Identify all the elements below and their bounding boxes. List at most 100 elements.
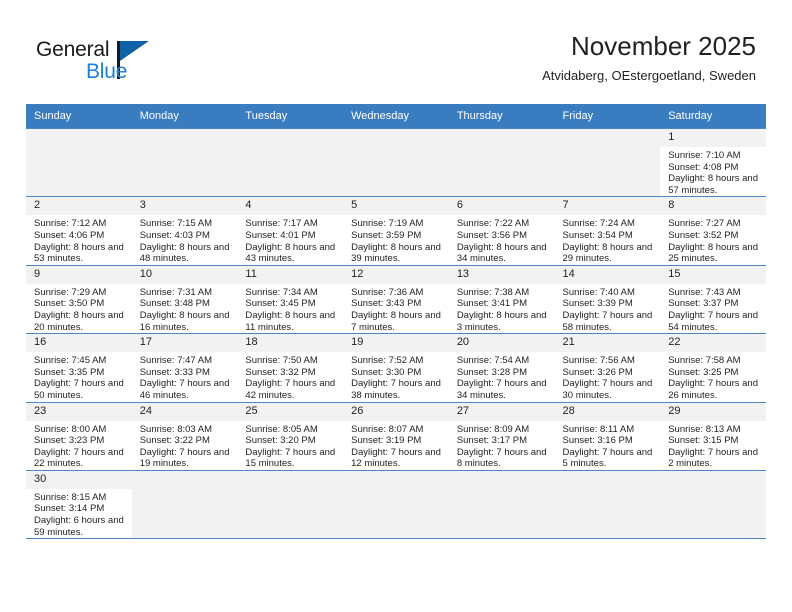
- sunrise-text: Sunrise: 7:43 AM: [668, 286, 741, 298]
- sunset-text: Sunset: 3:15 PM: [668, 435, 739, 447]
- calendar-day-cell[interactable]: 5 Sunrise: 7:19 AM Sunset: 3:59 PM Daylight…: [343, 196, 449, 266]
- calendar-day-cell[interactable]: 30 Sunrise: 8:15 AM Sunset: 3:14 PM Dayligh…: [26, 469, 132, 540]
- day-number: 17: [131, 334, 238, 353]
- calendar-day-cell[interactable]: 19 Sunrise: 7:52 AM Sunset: 3:30 PM Dayligh…: [343, 333, 449, 403]
- calendar-day-cell[interactable]: 29 Sunrise: 8:13 AM Sunset: 3:15 PM Dayligh…: [660, 401, 766, 471]
- calendar-week-row: 9 Sunrise: 7:29 AM Sunset: 3:50 PM Daylight…: [26, 264, 766, 335]
- daylight-text: Daylight: 8 hours and 20 minutes.: [34, 309, 124, 333]
- sunrise-text: Sunrise: 7:47 AM: [139, 355, 213, 367]
- daylight-text: Daylight: 7 hours and 15 minutes.: [245, 446, 336, 470]
- sunrise-text: Sunrise: 7:40 AM: [562, 286, 635, 298]
- calendar-cell-empty: [448, 127, 555, 198]
- day-details: Sunrise: 7:10 AM Sunset: 4:08 PM Daylight:…: [660, 147, 766, 196]
- sunset-text: Sunset: 3:17 PM: [456, 435, 528, 447]
- calendar-day-cell[interactable]: 4 Sunrise: 7:17 AM Sunset: 4:01 PM Daylight…: [237, 196, 344, 266]
- calendar-cell-empty: [343, 127, 449, 198]
- calendar-cell-empty: [26, 127, 132, 198]
- calendar-day-cell[interactable]: 22 Sunrise: 7:58 AM Sunset: 3:25 PM Dayligh…: [660, 333, 766, 403]
- calendar-page: General Blue November 2025 Atvidaberg, O…: [0, 0, 792, 612]
- sunrise-text: Sunrise: 8:13 AM: [668, 423, 741, 435]
- calendar-day-cell[interactable]: 27 Sunrise: 8:09 AM Sunset: 3:17 PM Dayligh…: [448, 401, 555, 471]
- daylight-text: Daylight: 8 hours and 39 minutes.: [351, 241, 441, 265]
- logo-flag-icon: [120, 41, 149, 61]
- calendar-day-cell[interactable]: 14 Sunrise: 7:40 AM Sunset: 3:39 PM Dayligh…: [554, 264, 661, 335]
- calendar-day-cell[interactable]: 26 Sunrise: 8:07 AM Sunset: 3:19 PM Dayligh…: [343, 401, 449, 471]
- day-details: Sunrise: 7:58 AM Sunset: 3:25 PM Daylight:…: [660, 352, 766, 401]
- sunset-text: Sunset: 3:48 PM: [139, 298, 210, 310]
- calendar-day-cell[interactable]: 20 Sunrise: 7:54 AM Sunset: 3:28 PM Dayligh…: [448, 333, 555, 403]
- sunset-text: Sunset: 4:06 PM: [34, 229, 105, 241]
- calendar-week-row: 30 Sunrise: 8:15 AM Sunset: 3:14 PM Dayligh…: [26, 469, 766, 540]
- weekday-header-friday: Friday: [554, 104, 661, 129]
- calendar-day-cell[interactable]: 13 Sunrise: 7:38 AM Sunset: 3:41 PM Dayligh…: [448, 264, 555, 335]
- calendar-week-row: 2 Sunrise: 7:12 AM Sunset: 4:06 PM Daylight…: [26, 196, 766, 266]
- daylight-text: Daylight: 7 hours and 12 minutes.: [351, 446, 441, 470]
- sunrise-text: Sunrise: 8:00 AM: [34, 423, 107, 435]
- daylight-text: Daylight: 8 hours and 11 minutes.: [245, 309, 336, 333]
- sunrise-text: Sunrise: 7:17 AM: [245, 218, 318, 230]
- calendar-day-cell[interactable]: 25 Sunrise: 8:05 AM Sunset: 3:20 PM Dayligh…: [237, 401, 344, 471]
- sunrise-text: Sunrise: 8:11 AM: [562, 423, 635, 435]
- calendar-day-cell[interactable]: 3 Sunrise: 7:15 AM Sunset: 4:03 PM Daylight…: [131, 196, 238, 266]
- daylight-text: Daylight: 7 hours and 5 minutes.: [562, 446, 653, 470]
- calendar-day-cell[interactable]: 21 Sunrise: 7:56 AM Sunset: 3:26 PM Dayligh…: [554, 333, 661, 403]
- calendar-day-cell[interactable]: 1 Sunrise: 7:10 AM Sunset: 4:08 PM Daylight…: [660, 127, 766, 198]
- sunrise-text: Sunrise: 7:10 AM: [668, 150, 741, 161]
- day-number: 3: [131, 197, 238, 216]
- general-blue-logo[interactable]: General Blue: [36, 38, 176, 90]
- day-number: 30: [26, 470, 132, 489]
- calendar-day-cell[interactable]: 15 Sunrise: 7:43 AM Sunset: 3:37 PM Dayligh…: [660, 264, 766, 335]
- daylight-text: Daylight: 8 hours and 57 minutes.: [668, 173, 758, 196]
- sunset-text: Sunset: 4:03 PM: [139, 229, 210, 241]
- day-number: 28: [554, 402, 661, 421]
- day-number: 20: [448, 334, 555, 353]
- calendar-day-cell[interactable]: 28 Sunrise: 8:11 AM Sunset: 3:16 PM Dayligh…: [554, 401, 661, 471]
- weekday-header-sunday: Sunday: [26, 104, 132, 129]
- day-details: Sunrise: 8:11 AM Sunset: 3:16 PM Daylight:…: [555, 421, 661, 470]
- daylight-text: Daylight: 8 hours and 53 minutes.: [34, 241, 124, 265]
- day-number: 2: [26, 197, 132, 216]
- daylight-text: Daylight: 7 hours and 50 minutes.: [34, 378, 124, 401]
- day-number: 14: [554, 265, 661, 284]
- sunrise-text: Sunrise: 8:07 AM: [351, 423, 424, 435]
- day-number: 13: [448, 265, 555, 284]
- calendar-day-cell[interactable]: 6 Sunrise: 7:22 AM Sunset: 3:56 PM Daylight…: [448, 196, 555, 266]
- day-number: 5: [343, 197, 449, 216]
- calendar-day-cell[interactable]: 24 Sunrise: 8:03 AM Sunset: 3:22 PM Dayligh…: [131, 401, 238, 471]
- daylight-text: Daylight: 8 hours and 48 minutes.: [139, 241, 230, 265]
- calendar-day-cell[interactable]: 8 Sunrise: 7:27 AM Sunset: 3:52 PM Daylight…: [660, 196, 766, 266]
- daylight-text: Daylight: 7 hours and 54 minutes.: [668, 309, 758, 333]
- calendar-day-cell[interactable]: 18 Sunrise: 7:50 AM Sunset: 3:32 PM Dayligh…: [237, 333, 344, 403]
- day-details: Sunrise: 7:56 AM Sunset: 3:26 PM Daylight:…: [555, 352, 661, 401]
- sunset-text: Sunset: 3:41 PM: [456, 298, 528, 310]
- daylight-text: Daylight: 7 hours and 26 minutes.: [668, 378, 758, 401]
- sunrise-text: Sunrise: 7:12 AM: [34, 218, 107, 230]
- calendar-day-cell[interactable]: 7 Sunrise: 7:24 AM Sunset: 3:54 PM Daylight…: [554, 196, 661, 266]
- day-details: Sunrise: 8:00 AM Sunset: 3:23 PM Daylight:…: [26, 421, 132, 470]
- day-details: Sunrise: 8:07 AM Sunset: 3:19 PM Daylight:…: [343, 421, 449, 470]
- sunrise-text: Sunrise: 7:58 AM: [668, 355, 741, 367]
- calendar-day-cell[interactable]: 11 Sunrise: 7:34 AM Sunset: 3:45 PM Dayligh…: [237, 264, 344, 335]
- day-details: Sunrise: 7:29 AM Sunset: 3:50 PM Daylight:…: [26, 284, 132, 333]
- sunset-text: Sunset: 3:45 PM: [245, 298, 316, 310]
- calendar-day-cell[interactable]: 10 Sunrise: 7:31 AM Sunset: 3:48 PM Dayligh…: [131, 264, 238, 335]
- sunrise-sunset-calendar: Sunday Monday Tuesday Wednesday Thursday…: [26, 104, 766, 540]
- page-title: November 2025: [571, 31, 756, 61]
- calendar-day-cell[interactable]: 17 Sunrise: 7:47 AM Sunset: 3:33 PM Dayligh…: [131, 333, 238, 403]
- page-header: General Blue November 2025 Atvidaberg, O…: [0, 0, 792, 102]
- calendar-day-cell[interactable]: 12 Sunrise: 7:36 AM Sunset: 3:43 PM Dayligh…: [343, 264, 449, 335]
- calendar-cell-empty: [343, 469, 449, 540]
- day-details: Sunrise: 7:47 AM Sunset: 3:33 PM Daylight:…: [132, 352, 238, 401]
- calendar-day-cell[interactable]: 16 Sunrise: 7:45 AM Sunset: 3:35 PM Dayligh…: [26, 333, 132, 403]
- day-details: Sunrise: 7:52 AM Sunset: 3:30 PM Daylight:…: [343, 352, 449, 401]
- calendar-day-cell[interactable]: 2 Sunrise: 7:12 AM Sunset: 4:06 PM Daylight…: [26, 196, 132, 266]
- sunrise-text: Sunrise: 7:54 AM: [456, 355, 530, 367]
- sunset-text: Sunset: 3:16 PM: [562, 435, 633, 447]
- day-number: 1: [660, 129, 766, 147]
- calendar-day-cell[interactable]: 23 Sunrise: 8:00 AM Sunset: 3:23 PM Dayligh…: [26, 401, 132, 471]
- sunrise-text: Sunrise: 7:34 AM: [245, 286, 318, 298]
- sunrise-text: Sunrise: 7:19 AM: [351, 218, 424, 230]
- sunset-text: Sunset: 3:54 PM: [562, 229, 633, 241]
- sunrise-text: Sunrise: 7:56 AM: [562, 355, 635, 367]
- calendar-day-cell[interactable]: 9 Sunrise: 7:29 AM Sunset: 3:50 PM Daylight…: [26, 264, 132, 335]
